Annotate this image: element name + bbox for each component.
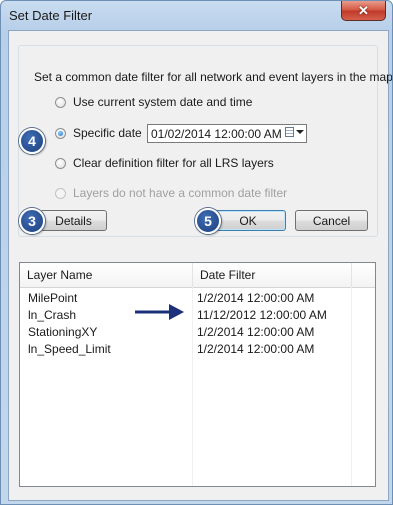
- cell-layer-name: ln_Speed_Limit: [28, 341, 111, 356]
- close-button[interactable]: ✕: [341, 1, 386, 21]
- option-label: Specific date: [73, 126, 142, 140]
- cancel-button[interactable]: Cancel: [295, 210, 368, 231]
- radio-no-common-filter: [55, 187, 66, 199]
- window-title: Set Date Filter: [9, 8, 93, 23]
- cell-date-filter: 1/2/2014 12:00:00 AM: [197, 341, 315, 356]
- option-clear-filter[interactable]: Clear definition filter for all LRS laye…: [55, 156, 274, 170]
- table-row[interactable]: ln_Crash 11/12/2012 12:00:00 AM: [20, 306, 375, 323]
- column-header-layer-name[interactable]: Layer Name: [20, 263, 192, 287]
- table-row[interactable]: StationingXY 1/2/2014 12:00:00 AM: [20, 323, 375, 340]
- radio-current-date[interactable]: [55, 96, 66, 108]
- chevron-down-icon: [296, 130, 304, 134]
- cell-layer-name: MilePoint: [28, 290, 78, 305]
- callout-badge-3: 3: [19, 208, 45, 234]
- table-row[interactable]: MilePoint 1/2/2014 12:00:00 AM: [20, 289, 375, 306]
- cell-date-filter: 11/12/2012 12:00:00 AM: [197, 307, 327, 322]
- date-filter-group: Set a common date filter for all network…: [18, 45, 392, 237]
- table-row[interactable]: ln_Speed_Limit 1/2/2014 12:00:00 AM: [20, 340, 375, 357]
- cell-date-filter: 1/2/2014 12:00:00 AM: [197, 324, 315, 339]
- ok-button[interactable]: OK: [210, 210, 286, 231]
- option-no-common-filter: Layers do not have a common date filter: [55, 186, 287, 200]
- cell-layer-name: ln_Crash: [28, 307, 77, 322]
- date-value: 01/02/2014 12:00:00 AM: [151, 126, 282, 141]
- dialog-body: Set a common date filter for all network…: [8, 30, 392, 501]
- title-bar[interactable]: Set Date Filter ✕: [1, 1, 392, 31]
- set-date-filter-dialog: Set Date Filter ✕ Set a common date filt…: [0, 0, 393, 505]
- column-divider[interactable]: [351, 263, 352, 287]
- layer-date-list[interactable]: Layer Name Date Filter MilePoint 1/2/201…: [19, 262, 376, 487]
- column-header-date-filter[interactable]: Date Filter: [193, 263, 351, 287]
- calendar-dropdown-button[interactable]: [285, 127, 304, 137]
- date-picker[interactable]: 01/02/2014 12:00:00 AM: [147, 124, 307, 143]
- calendar-icon: [285, 127, 294, 137]
- cancel-button-label: Cancel: [312, 213, 351, 228]
- cell-date-filter: 1/2/2014 12:00:00 AM: [197, 290, 315, 305]
- group-caption: Set a common date filter for all network…: [34, 70, 393, 84]
- callout-badge-5: 5: [195, 208, 221, 234]
- radio-clear-filter[interactable]: [55, 157, 66, 169]
- radio-specific-date[interactable]: [55, 127, 66, 139]
- option-specific-date[interactable]: Specific date: [55, 126, 142, 140]
- callout-badge-4: 4: [19, 128, 45, 154]
- details-button-label: Details: [55, 213, 92, 228]
- list-header: Layer Name Date Filter: [20, 263, 375, 288]
- option-label: Layers do not have a common date filter: [73, 186, 288, 200]
- cell-layer-name: StationingXY: [28, 324, 98, 339]
- details-button[interactable]: Details: [40, 210, 107, 231]
- close-icon: ✕: [358, 3, 369, 18]
- option-label: Use current system date and time: [73, 95, 253, 109]
- option-label: Clear definition filter for all LRS laye…: [73, 156, 274, 170]
- ok-button-label: OK: [239, 213, 257, 228]
- arrow-right-icon: [135, 304, 184, 320]
- option-current-date[interactable]: Use current system date and time: [55, 95, 252, 109]
